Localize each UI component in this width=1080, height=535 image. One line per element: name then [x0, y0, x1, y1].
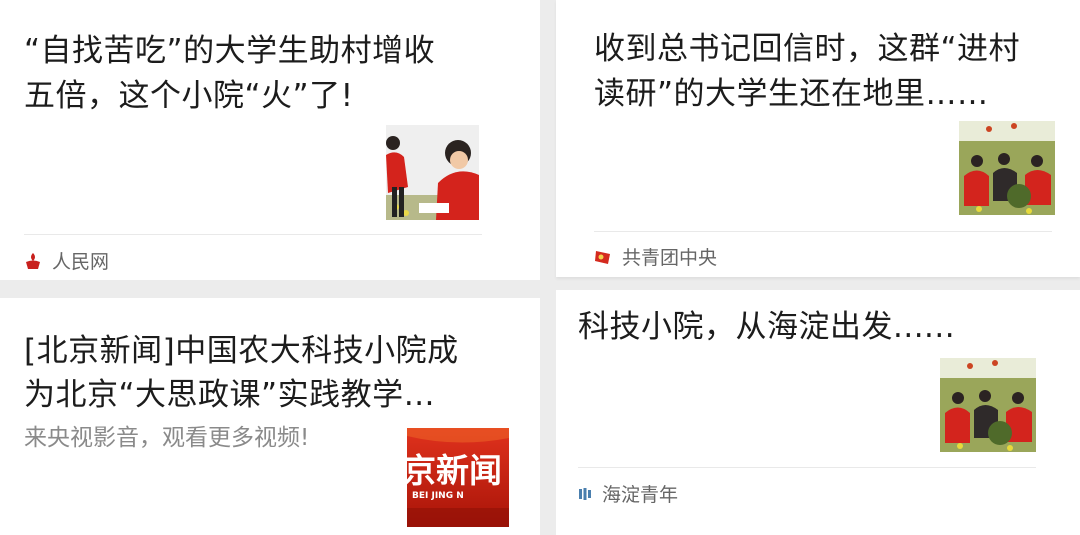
banner-title: 京新闻: [407, 451, 502, 490]
news-card-haidian-youth[interactable]: 科技小院，从海淀出发...... 海淀青年: [556, 290, 1080, 535]
divider: [24, 234, 482, 235]
divider: [578, 467, 1036, 468]
news-thumbnail: [940, 358, 1036, 452]
news-card-beijing-news[interactable]: [北京新闻]中国农大科技小院成 为北京“大思政课”实践教学… 来央视影音，观看更…: [0, 298, 540, 535]
banner-subtitle: BEI JING N: [412, 491, 464, 501]
news-card-youth-league[interactable]: 收到总书记回信时，这群“进村 读研”的大学生还在地里…… 共青团中央: [556, 0, 1080, 277]
news-thumbnail: [959, 121, 1055, 215]
news-source-label: 人民网: [52, 251, 110, 273]
news-source-label: 共青团中央: [622, 247, 718, 269]
haidian-youth-logo-icon: [578, 487, 592, 501]
news-title-line-1: “自找苦吃”的大学生助村增收: [24, 33, 436, 69]
news-title-line-2: 五倍，这个小院“火”了!: [24, 78, 354, 114]
news-thumbnail: [386, 125, 479, 220]
news-title-line-1: [北京新闻]中国农大科技小院成: [24, 333, 459, 369]
news-source: 海淀青年: [578, 480, 678, 507]
news-title-line-1: 收到总书记回信时，这群“进村: [594, 31, 1021, 67]
news-subtitle: 来央视影音，观看更多视频!: [24, 425, 310, 451]
youth-league-flag-icon: [594, 248, 612, 266]
news-title-line-2: 为北京“大思政课”实践教学…: [24, 377, 436, 413]
news-source: 人民网: [24, 247, 109, 274]
news-source-label: 海淀青年: [602, 484, 679, 506]
news-card-people-daily[interactable]: “自找苦吃”的大学生助村增收 五倍，这个小院“火”了! 人民网: [0, 0, 540, 280]
news-title-line-2: 读研”的大学生还在地里……: [594, 76, 989, 112]
news-source: 共青团中央: [594, 243, 717, 270]
people-daily-logo-icon: [24, 252, 42, 270]
news-video-thumbnail[interactable]: 京新闻 BEI JING N: [407, 428, 509, 527]
divider: [594, 231, 1052, 232]
news-title: 科技小院，从海淀出发......: [578, 309, 956, 345]
